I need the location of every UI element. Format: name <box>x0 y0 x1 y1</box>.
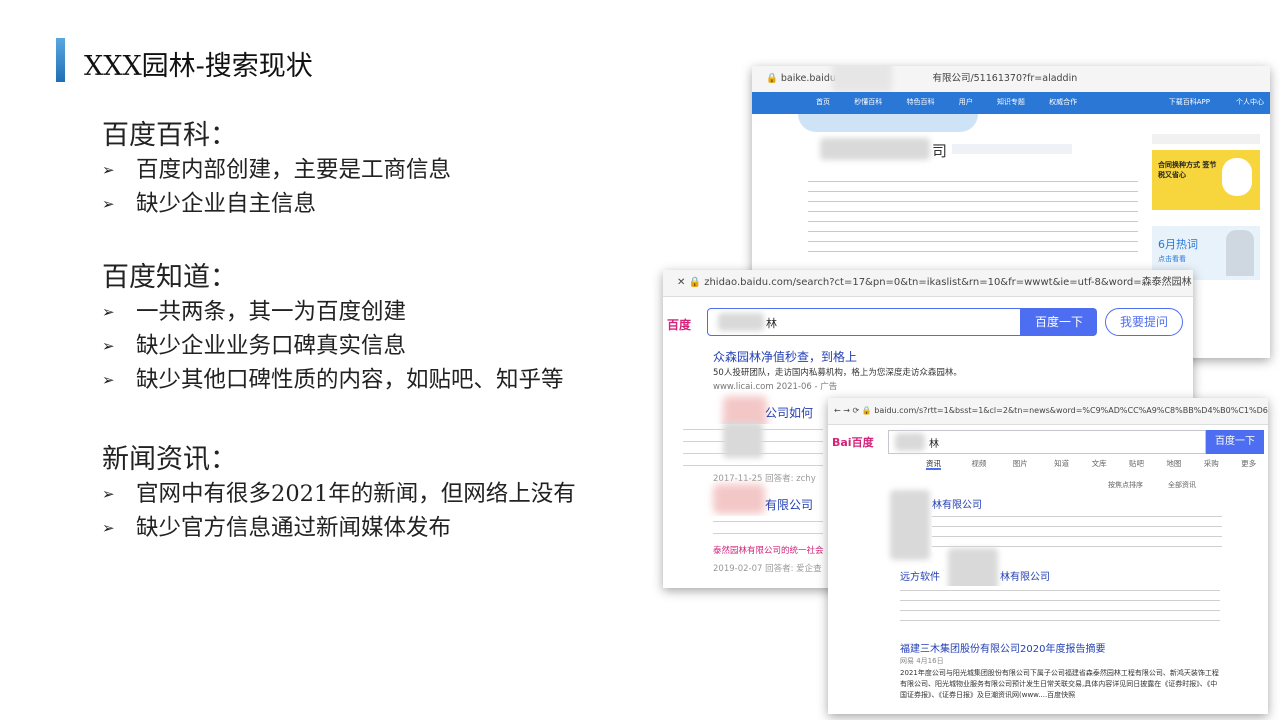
section-news: 新闻资讯： ➢ 官网中有很多2021年的新闻，但网络上没有 ➢ 缺少官方信息通过新闻… <box>102 442 576 546</box>
news-result-title[interactable]: 林有限公司 <box>932 496 982 511</box>
slide-title: XXX园林-搜索现状 <box>84 51 313 82</box>
tab-wenku[interactable]: 文库 <box>1092 459 1107 468</box>
baike-ad-title: 合同换种方式 签节税又省心 <box>1158 161 1217 179</box>
arrow-bullet-icon: ➢ <box>102 161 115 179</box>
zhidao-logo[interactable]: 百度 <box>667 316 691 333</box>
news-query-text: 林 <box>929 439 939 450</box>
bullet-item: ➢ 缺少其他口碑性质的内容，如贴吧、知乎等 <box>102 364 564 398</box>
zhidao-search-button[interactable]: 百度一下 <box>1021 308 1097 336</box>
nav-item[interactable]: 首页 <box>816 98 830 106</box>
bullet-item: ➢ 缺少官方信息通过新闻媒体发布 <box>102 512 576 546</box>
news-result-snippet <box>932 512 1222 552</box>
baike-edit-buttons[interactable] <box>952 144 1072 154</box>
lock-icon: 🔒 <box>688 277 705 288</box>
zhidao-result-meta: www.licai.com 2021-06 - 广告 <box>713 382 838 392</box>
close-icon[interactable]: ✕ <box>677 277 689 288</box>
tab-image[interactable]: 图片 <box>1013 459 1028 468</box>
blur-mask <box>820 138 930 160</box>
title-accent-bar <box>56 38 65 82</box>
bullet-item: ➢ 缺少企业自主信息 <box>102 188 451 222</box>
section-zhidao: 百度知道： ➢ 一共两条，其一为百度创建 ➢ 缺少企业业务口碑真实信息 ➢ 缺少其他口… <box>102 260 564 398</box>
news-result-desc: 2021年度公司与阳光城集团股份有限公司下属子公司福建省森泰然园林工程有限公司、… <box>900 669 1219 699</box>
zhidao-result-meta: 2019-02-07 回答者: 爱企查 <box>713 564 822 574</box>
tab-zhidao[interactable]: 知道 <box>1054 459 1069 468</box>
nav-item[interactable]: 知识专题 <box>997 98 1025 106</box>
tab-more[interactable]: 更多 <box>1241 459 1256 468</box>
arrow-bullet-icon: ➢ <box>102 485 115 503</box>
baike-banner-arc <box>798 114 978 132</box>
bullet-item: ➢ 一共两条，其一为百度创建 <box>102 296 564 330</box>
news-tabs: 资讯 视频 图片 知道 文库 贴吧 地图 采购 更多 <box>926 458 1256 470</box>
lock-icon: 🔒 <box>861 406 875 415</box>
news-screenshot: ← → ⟳ 🔒 baidu.com/s?rtt=1&bsst=1&cl=2&tn… <box>828 398 1268 714</box>
blur-mask <box>895 433 925 451</box>
zhidao-result-title[interactable]: 公司如何 <box>765 404 813 421</box>
news-filter-dropdown[interactable]: 全部资讯 <box>1168 480 1196 490</box>
tab-video[interactable]: 视频 <box>971 459 986 468</box>
news-search-input[interactable]: 林 <box>888 430 1206 454</box>
zhidao-query-text: 林 <box>766 317 777 330</box>
zhidao-result-desc: 50人投研团队，走访国内私募机构，格上为您深度走访众森园林。 <box>713 368 962 378</box>
zhidao-result-title[interactable]: 众森园林净值秒查，到格上 <box>713 348 857 365</box>
cartoon-avatar-icon <box>1222 158 1252 196</box>
blur-mask <box>832 66 892 92</box>
forward-icon[interactable]: → <box>843 406 850 415</box>
reload-icon[interactable]: ⟳ <box>853 406 860 415</box>
news-result-snippet <box>900 586 1220 626</box>
nav-item[interactable]: 用户 <box>959 98 973 106</box>
baike-app-link[interactable]: 下载百科APP <box>1169 97 1210 107</box>
news-result-title[interactable]: 远方软件 <box>900 568 940 583</box>
tab-map[interactable]: 地图 <box>1166 459 1181 468</box>
bullet-item: ➢ 百度内部创建，主要是工商信息 <box>102 154 451 188</box>
bullet-item: ➢ 官网中有很多2021年的新闻，但网络上没有 <box>102 478 576 512</box>
baike-entry-title: 司 <box>932 142 948 160</box>
blur-mask <box>723 422 763 458</box>
tab-news[interactable]: 资讯 <box>926 459 941 470</box>
person-photo-icon <box>1226 230 1254 276</box>
section-heading: 百度百科： <box>102 120 237 151</box>
baike-center-link[interactable]: 个人中心 <box>1236 97 1264 107</box>
news-sort-dropdown[interactable]: 按焦点排序 <box>1108 480 1143 490</box>
arrow-bullet-icon: ➢ <box>102 371 115 389</box>
baike-hot-label: 6月热词 <box>1158 238 1198 251</box>
blur-mask <box>890 490 930 560</box>
section-heading: 百度知道： <box>102 262 237 293</box>
baike-toolbar <box>1152 134 1260 144</box>
zhidao-url-bar: ✕ 🔒 zhidao.baidu.com/search?ct=17&pn=0&t… <box>663 270 1193 297</box>
bullet-item: ➢ 缺少企业业务口碑真实信息 <box>102 330 564 364</box>
zhidao-result-desc: 泰然园林有限公司的统一社会 <box>713 546 824 556</box>
news-result-meta: 网易 4月16日 <box>900 657 944 665</box>
baike-nav-bar: 首页 秒懂百科 特色百科 用户 知识专题 权威合作 下载百科APP 个人中心 <box>752 92 1270 114</box>
news-logo[interactable]: Bai百度 <box>832 434 874 450</box>
zhidao-result-meta: 2017-11-25 回答者: zchy <box>713 474 816 484</box>
arrow-bullet-icon: ➢ <box>102 337 115 355</box>
tab-tieba[interactable]: 贴吧 <box>1129 459 1144 468</box>
baike-ad-banner[interactable]: 合同换种方式 签节税又省心 <box>1152 150 1260 210</box>
blur-mask <box>718 313 764 331</box>
lock-icon: 🔒 <box>766 73 781 84</box>
news-search-button[interactable]: 百度一下 <box>1206 430 1264 454</box>
arrow-bullet-icon: ➢ <box>102 195 115 213</box>
baike-url-bar: 🔒 baike.baidu.com/有限公司/51161370?fr=aladd… <box>752 66 1270 93</box>
arrow-bullet-icon: ➢ <box>102 303 115 321</box>
nav-item[interactable]: 特色百科 <box>906 98 934 106</box>
baike-paragraph-text <box>808 176 1138 260</box>
zhidao-ask-button[interactable]: 我要提问 <box>1105 308 1183 336</box>
back-icon[interactable]: ← <box>834 406 841 415</box>
news-result-title[interactable]: 福建三木集团股份有限公司2020年度报告摘要 <box>900 640 1105 655</box>
zhidao-result-snippet <box>713 516 823 540</box>
arrow-bullet-icon: ➢ <box>102 519 115 537</box>
zhidao-result-title[interactable]: 有限公司 <box>765 496 813 513</box>
news-url-bar: ← → ⟳ 🔒 baidu.com/s?rtt=1&bsst=1&cl=2&tn… <box>828 398 1268 425</box>
section-baike: 百度百科： ➢ 百度内部创建，主要是工商信息 ➢ 缺少企业自主信息 <box>102 118 451 222</box>
zhidao-search-input[interactable]: 林 <box>707 308 1021 336</box>
nav-item[interactable]: 权威合作 <box>1049 98 1077 106</box>
section-heading: 新闻资讯： <box>102 444 237 475</box>
news-result-title-tail[interactable]: 林有限公司 <box>1000 568 1050 583</box>
blur-mask <box>713 484 765 514</box>
tab-caigou[interactable]: 采购 <box>1204 459 1219 468</box>
baike-hot-sub: 点击看看 <box>1158 255 1186 263</box>
nav-item[interactable]: 秒懂百科 <box>854 98 882 106</box>
